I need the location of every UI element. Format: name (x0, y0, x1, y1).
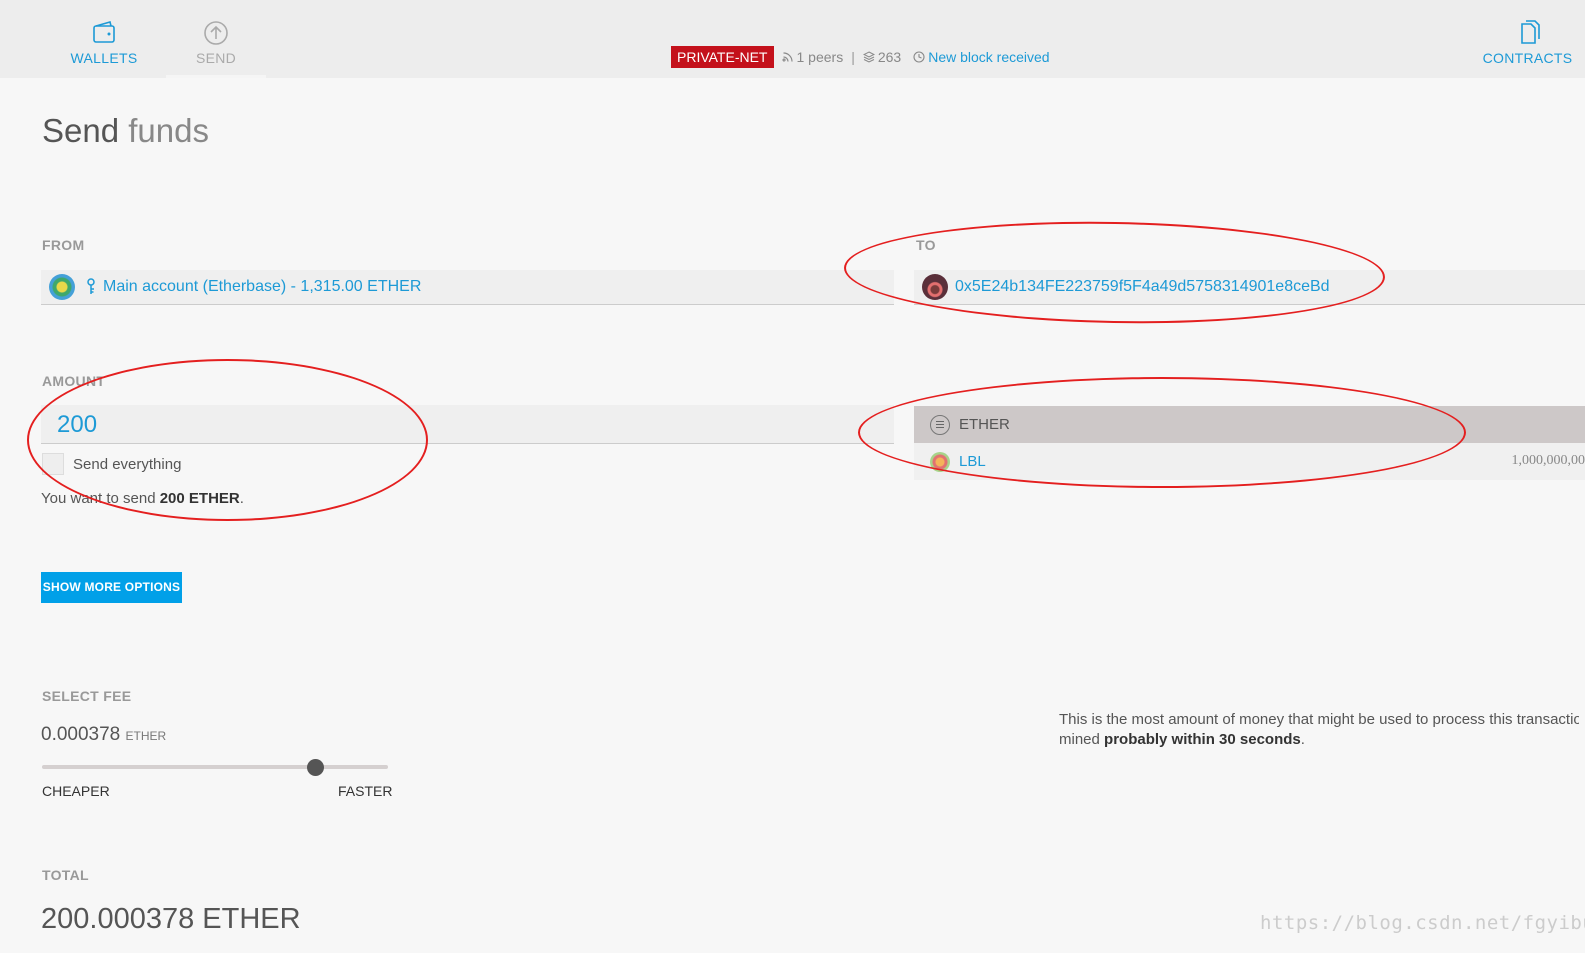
page-title-strong: Send (42, 112, 120, 149)
total-label: TOTAL (42, 867, 89, 883)
recipient-identicon (922, 274, 948, 300)
from-account-select[interactable]: Main account (Etherbase) - 1,315.00 ETHE… (41, 270, 894, 305)
amount-value: 200 (57, 411, 98, 438)
from-account-text: Main account (Etherbase) - 1,315.00 ETHE… (103, 278, 422, 295)
tab-contracts[interactable]: CONTRACTS (1470, 0, 1585, 78)
network-status: PRIVATE-NET 1 peers | 263 New block rece… (671, 46, 1050, 68)
to-label: TO (916, 237, 936, 253)
fee-amount: 0.000378 (41, 724, 121, 745)
fee-note-suffix: . (1300, 731, 1305, 748)
peers-icon (781, 52, 793, 62)
tab-wallets[interactable]: WALLETS (48, 0, 160, 78)
amount-summary: You want to send 200 ETHER. (41, 490, 244, 507)
send-everything-toggle[interactable]: Send everything (42, 453, 181, 475)
layers-icon (862, 51, 875, 63)
fee-unit: ETHER (125, 729, 167, 743)
to-address-text: 0x5E24b134FE223759f5F4a49d5758314901e8ce… (955, 278, 1330, 295)
top-bar: WALLETS SEND PRIVATE-NET 1 peers | 263 N… (0, 0, 1585, 78)
token-selector: ETHER LBL 1,000,000,00 (914, 406, 1585, 480)
fee-slider-handle[interactable] (306, 759, 324, 776)
lbl-token-icon (930, 451, 950, 472)
fee-note-bold: probably within 30 seconds (1104, 731, 1301, 748)
amount-summary-value: 200 ETHER (159, 490, 240, 507)
watermark: https://blog.csdn.net/fgyibupi (1260, 912, 1585, 934)
account-identicon (49, 274, 75, 300)
from-label: FROM (42, 237, 85, 253)
page-title: Send funds (42, 112, 209, 150)
fee-note-line1: This is the most amount of money that mi… (1059, 711, 1579, 728)
contracts-icon (1520, 20, 1540, 44)
select-fee-label: SELECT FEE (42, 688, 132, 704)
wallet-icon (93, 21, 115, 43)
clock-icon (913, 51, 925, 63)
page-title-light: funds (128, 112, 209, 149)
token-option-ether[interactable]: ETHER (914, 406, 1585, 443)
cheaper-label: CHEAPER (42, 783, 110, 799)
tab-contracts-label: CONTRACTS (1482, 50, 1573, 66)
to-address-input[interactable]: 0x5E24b134FE223759f5F4a49d5758314901e8ce… (914, 270, 1585, 305)
fee-note-line2: mined probably within 30 seconds. (1059, 730, 1579, 750)
amount-label: AMOUNT (42, 373, 106, 389)
fee-note-prefix: mined (1059, 731, 1100, 748)
token-balance: 1,000,000,00 (1511, 453, 1585, 468)
fee-value: 0.000378 ETHER (41, 724, 166, 746)
peer-count: 1 peers (796, 49, 844, 65)
amount-input[interactable]: 200 (41, 405, 894, 444)
amount-summary-prefix: You want to send (41, 490, 156, 507)
send-everything-checkbox[interactable] (42, 453, 64, 475)
send-everything-label: Send everything (73, 455, 182, 473)
total-value: 200.000378 ETHER (41, 903, 301, 935)
tab-send-label: SEND (195, 50, 237, 66)
faster-label: FASTER (338, 783, 393, 799)
amount-summary-suffix: . (239, 490, 244, 507)
send-arrow-icon (204, 21, 228, 45)
fee-slider[interactable] (42, 765, 388, 769)
token-option-lbl[interactable]: LBL 1,000,000,00 (914, 443, 1585, 480)
network-badge: PRIVATE-NET (671, 46, 774, 68)
status-separator: | (851, 49, 855, 65)
show-more-options-button[interactable]: SHOW MORE OPTIONS (41, 572, 182, 603)
tab-wallets-label: WALLETS (70, 50, 138, 66)
fee-explanation: This is the most amount of money that mi… (1059, 710, 1579, 750)
token-name: ETHER (959, 416, 1010, 433)
token-name: LBL (959, 453, 986, 470)
block-message: New block received (928, 49, 1050, 65)
key-icon (87, 278, 95, 294)
tab-send[interactable]: SEND (166, 0, 266, 78)
block-number: 263 (877, 49, 902, 65)
ether-icon (930, 414, 950, 435)
